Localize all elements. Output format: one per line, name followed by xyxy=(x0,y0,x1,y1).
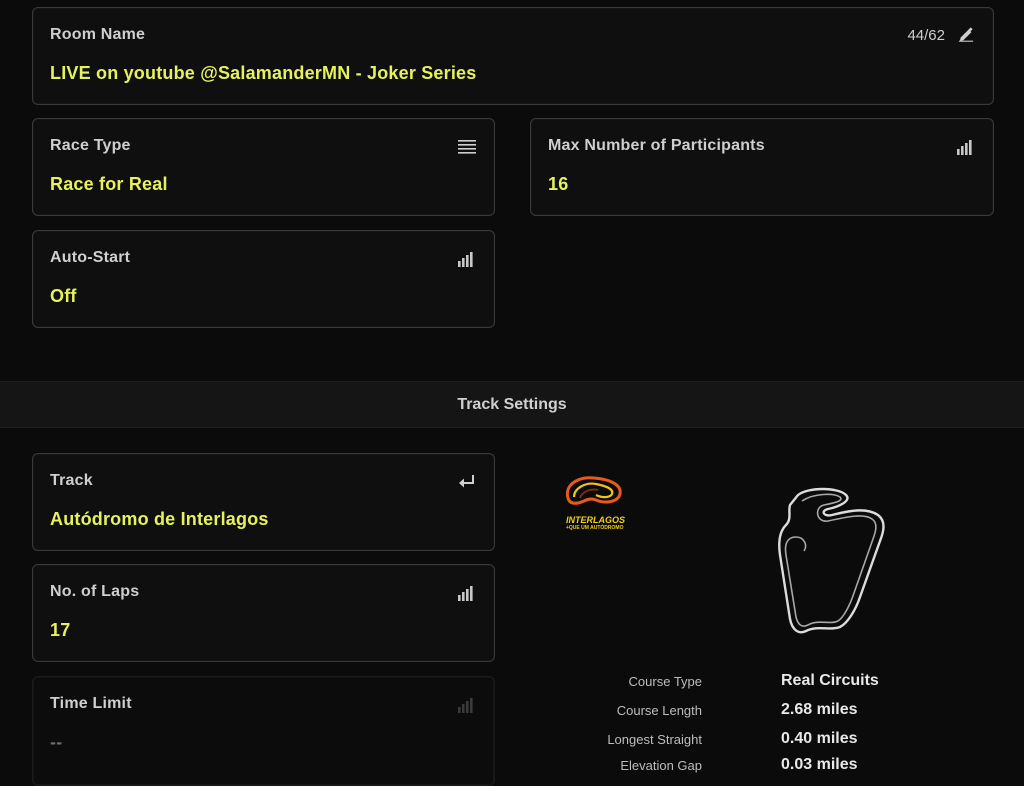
track-logo: INTERLAGOS +QUE UM AUTÓDROMO xyxy=(560,470,630,531)
race-type-label: Race Type xyxy=(50,137,131,154)
logo-subtext: +QUE UM AUTÓDROMO xyxy=(566,525,624,531)
elevation-gap-key: Elevation Gap xyxy=(620,758,702,773)
character-counter: 44/62 xyxy=(907,27,945,44)
auto-start-value: Off xyxy=(50,286,77,306)
interlagos-logo-icon xyxy=(565,476,622,505)
time-limit-label: Time Limit xyxy=(50,695,132,712)
slider-bars-icon xyxy=(957,140,972,155)
course-type-key: Course Type xyxy=(628,674,702,689)
course-length-value: 2.68 miles xyxy=(781,701,858,718)
course-type-row: Course Type Real Circuits xyxy=(540,672,960,692)
enter-icon xyxy=(459,475,474,488)
race-type-value: Race for Real xyxy=(50,174,168,194)
slider-bars-icon xyxy=(458,586,473,601)
room-name-field[interactable]: Room Name 44/62 LIVE on youtube @Salaman… xyxy=(32,7,994,105)
elevation-gap-value: 0.03 miles xyxy=(781,756,858,773)
race-type-field[interactable]: Race Type Race for Real xyxy=(32,118,495,216)
max-participants-field[interactable]: Max Number of Participants 16 xyxy=(530,118,994,216)
laps-value: 17 xyxy=(50,620,71,640)
pencil-icon[interactable] xyxy=(957,26,975,42)
time-limit-value: -- xyxy=(50,732,63,752)
track-value: Autódromo de Interlagos xyxy=(50,509,269,529)
track-map xyxy=(778,487,885,634)
auto-start-field[interactable]: Auto-Start Off xyxy=(32,230,495,328)
longest-straight-key: Longest Straight xyxy=(607,732,702,747)
room-name-label: Room Name xyxy=(50,26,146,43)
section-title: Track Settings xyxy=(457,395,567,413)
course-length-row: Course Length 2.68 miles xyxy=(540,701,960,721)
laps-field[interactable]: No. of Laps 17 xyxy=(32,564,495,662)
longest-straight-row: Longest Straight 0.40 miles xyxy=(540,730,960,750)
logo-text: INTERLAGOS xyxy=(566,515,626,525)
longest-straight-value: 0.40 miles xyxy=(781,730,858,747)
slider-bars-icon xyxy=(458,698,473,713)
track-settings-header: Track Settings xyxy=(0,381,1024,428)
elevation-gap-row: Elevation Gap 0.03 miles xyxy=(540,756,960,776)
course-length-key: Course Length xyxy=(616,703,702,718)
room-name-value: LIVE on youtube @SalamanderMN - Joker Se… xyxy=(50,63,477,83)
course-type-value: Real Circuits xyxy=(781,672,879,689)
track-field[interactable]: Track Autódromo de Interlagos xyxy=(32,453,495,551)
track-label: Track xyxy=(50,472,93,489)
list-icon xyxy=(458,140,476,154)
max-participants-value: 16 xyxy=(548,174,569,194)
time-limit-field: Time Limit -- xyxy=(32,676,495,786)
laps-label: No. of Laps xyxy=(50,583,140,600)
max-participants-label: Max Number of Participants xyxy=(548,137,765,154)
auto-start-label: Auto-Start xyxy=(50,249,131,266)
slider-bars-icon xyxy=(458,252,473,267)
